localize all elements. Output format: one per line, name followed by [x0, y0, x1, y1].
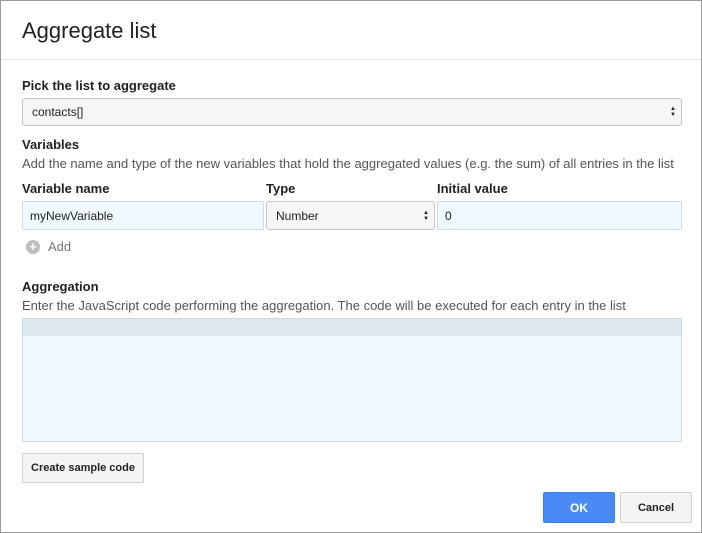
ok-button[interactable]: OK: [543, 492, 615, 523]
variable-name-value: myNewVariable: [30, 208, 114, 223]
variable-name-input[interactable]: myNewVariable: [22, 201, 264, 230]
variables-heading: Variables: [22, 137, 80, 152]
dialog-header: Aggregate list: [1, 1, 701, 60]
column-header-initial: Initial value: [437, 181, 508, 196]
variable-type-select[interactable]: Number ▲ ▼: [266, 201, 435, 230]
aggregation-heading: Aggregation: [22, 279, 99, 294]
initial-value-input[interactable]: 0: [437, 201, 682, 230]
variables-description: Add the name and type of the new variabl…: [22, 156, 674, 171]
column-header-type: Type: [266, 181, 296, 196]
column-header-name: Variable name: [22, 181, 110, 196]
initial-value-value: 0: [445, 208, 452, 223]
list-select-value: contacts[]: [32, 105, 84, 119]
list-picker-label: Pick the list to aggregate: [22, 78, 176, 93]
create-sample-code-button[interactable]: Create sample code: [22, 453, 144, 483]
select-arrows-icon: ▲ ▼: [423, 209, 429, 222]
aggregation-description: Enter the JavaScript code performing the…: [22, 298, 626, 313]
aggregate-list-dialog: Aggregate list Pick the list to aggregat…: [0, 0, 702, 533]
add-variable-button[interactable]: + Add: [26, 239, 71, 254]
list-select[interactable]: contacts[] ▲ ▼: [22, 98, 682, 126]
dialog-title: Aggregate list: [22, 18, 157, 43]
aggregation-code-editor[interactable]: [22, 318, 682, 442]
cancel-button[interactable]: Cancel: [620, 492, 692, 523]
variable-type-value: Number: [276, 208, 319, 223]
add-variable-label: Add: [48, 239, 72, 254]
select-arrows-icon: ▲ ▼: [670, 106, 676, 118]
active-code-line: [23, 319, 681, 336]
plus-circle-icon: +: [26, 239, 40, 254]
